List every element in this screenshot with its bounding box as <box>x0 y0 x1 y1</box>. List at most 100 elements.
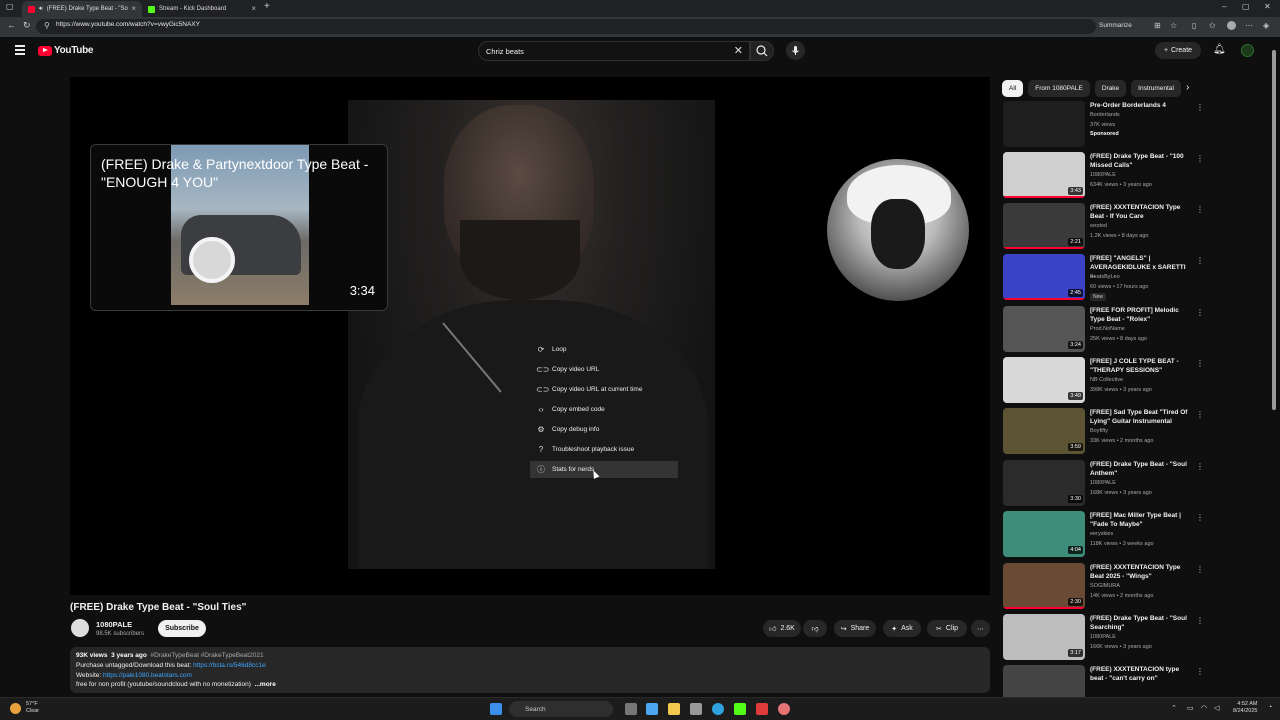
close-window-icon[interactable]: ✕ <box>1264 2 1271 11</box>
recommendation-thumbnail[interactable]: 3:59 <box>1003 408 1085 454</box>
recommendation-channel[interactable]: 1080PALE <box>1090 634 1116 640</box>
description-box[interactable]: 93K views 3 years ago #DrakeTypeBeat #Dr… <box>70 647 990 693</box>
recommendation-item[interactable]: 3:17 (FREE) Drake Type Beat - "Soul Searc… <box>1003 614 1268 662</box>
show-more-link[interactable]: ...more <box>255 681 276 688</box>
recommendation-channel[interactable]: Boyfifty <box>1090 428 1108 434</box>
recommendation-thumbnail[interactable]: 3:30 <box>1003 460 1085 506</box>
recommendation-title[interactable]: (FREE) Drake Type Beat - "Soul Searching… <box>1090 615 1190 632</box>
recommendation-thumbnail[interactable]: 2:21 <box>1003 203 1085 249</box>
recommendation-item[interactable]: 3:49 [FREE] J COLE TYPE BEAT - "THERAPY S… <box>1003 357 1268 405</box>
more-options-icon[interactable]: ⋯ <box>1245 21 1253 30</box>
store-icon[interactable] <box>690 703 702 715</box>
taskbar-search[interactable]: Search <box>509 701 613 717</box>
video-player[interactable]: (FREE) Drake & Partynextdoor Type Beat -… <box>70 77 990 595</box>
recommendation-item[interactable]: 2:30 (FREE) XXXTENTACION Type Beat 2025 -… <box>1003 563 1268 611</box>
search-input[interactable]: Chriz beats ✕ <box>478 41 750 61</box>
more-vertical-icon[interactable]: ⋮ <box>1196 410 1204 419</box>
wifi-icon[interactable]: ◠ <box>1201 704 1207 712</box>
tab-youtube[interactable]: 🔊︎ (FREE) Drake Type Beat - "So × <box>22 1 142 17</box>
recommendation-title[interactable]: Pre-Order Borderlands 4 <box>1090 102 1190 111</box>
start-windows-icon[interactable] <box>490 703 502 715</box>
recommendation-channel[interactable]: BeatsByLeo <box>1090 274 1120 280</box>
create-button[interactable]: + Create <box>1155 42 1201 59</box>
recommendation-title[interactable]: [FREE] Sad Type Beat "Tired Of Lying" Gu… <box>1090 409 1190 426</box>
menu-icon[interactable] <box>15 45 25 57</box>
subscribe-button[interactable]: Subscribe <box>158 620 206 637</box>
edge-browser-icon[interactable] <box>712 703 724 715</box>
website-link[interactable]: https://pale1080.beatstars.com <box>103 672 192 679</box>
chevron-right-icon[interactable]: › <box>1186 82 1189 93</box>
dislike-button[interactable]: 👎︎ <box>803 620 827 637</box>
recommendation-channel[interactable]: NB Collective <box>1090 377 1123 383</box>
tab-kick[interactable]: Stream - Kick Dashboard × <box>142 1 262 17</box>
scrollbar-thumb[interactable] <box>1272 50 1276 410</box>
ctx-copy-url[interactable]: ⊂⊃ Copy video URL <box>530 361 678 378</box>
recommendation-thumbnail[interactable]: 3:49 <box>1003 357 1085 403</box>
notifications-icon[interactable]: ◔ <box>1268 704 1272 711</box>
account-avatar[interactable] <box>1241 44 1254 57</box>
reader-icon[interactable]: ⊞ <box>1154 21 1161 30</box>
channel-avatar[interactable] <box>71 619 89 637</box>
maximize-icon[interactable]: ▢ <box>1242 2 1250 11</box>
reload-icon[interactable]: ↻ <box>23 20 31 31</box>
kick-app-icon[interactable] <box>734 703 746 715</box>
recommendation-thumbnail[interactable] <box>1003 101 1085 147</box>
back-icon[interactable]: ← <box>7 20 16 30</box>
ctx-stats-for-nerds[interactable]: ⓘ Stats for nerds <box>530 461 678 478</box>
recommendation-item[interactable]: 3:43 (FREE) Drake Type Beat - "100 Missed… <box>1003 152 1268 200</box>
more-vertical-icon[interactable]: ⋮ <box>1196 616 1204 625</box>
recommendation-channel[interactable]: Borderlands <box>1090 112 1120 118</box>
more-vertical-icon[interactable]: ⋮ <box>1196 154 1204 163</box>
minimize-icon[interactable]: – <box>1222 2 1226 11</box>
profile-icon[interactable] <box>1227 21 1236 30</box>
recommendation-thumbnail[interactable]: 3:24 <box>1003 306 1085 352</box>
hover-preview-card[interactable]: (FREE) Drake & Partynextdoor Type Beat -… <box>90 144 388 311</box>
voice-search-button[interactable] <box>786 41 805 60</box>
favorite-star-icon[interactable]: ☆ <box>1170 21 1177 30</box>
clear-search-icon[interactable]: ✕ <box>734 44 743 57</box>
search-query[interactable]: Chriz beats <box>486 47 524 56</box>
ctx-copy-debug[interactable]: ⚙ Copy debug info <box>530 421 678 438</box>
recommendation-item[interactable]: 3:24 [FREE FOR PROFIT] Melodic Type Beat … <box>1003 306 1268 354</box>
chrome-like-app-icon[interactable] <box>778 703 790 715</box>
recommendation-item[interactable]: 3:59 [FREE] Sad Type Beat "Tired Of Lying… <box>1003 408 1268 456</box>
more-vertical-icon[interactable]: ⋮ <box>1196 513 1204 522</box>
more-vertical-icon[interactable]: ⋮ <box>1196 205 1204 214</box>
more-actions-button[interactable]: ⋯ <box>971 620 990 637</box>
more-vertical-icon[interactable]: ⋮ <box>1196 359 1204 368</box>
search-button[interactable] <box>750 41 774 61</box>
chip-all[interactable]: All <box>1002 80 1024 97</box>
volume-icon[interactable]: ◁ <box>1214 704 1219 712</box>
ask-button[interactable]: ✦ Ask <box>883 620 921 637</box>
recommendation-title[interactable]: (FREE) XXXTENTACION type beat - "can't c… <box>1090 666 1190 683</box>
recommendation-thumbnail[interactable]: 3:17 <box>1003 614 1085 660</box>
recommendation-thumbnail[interactable]: 4:04 <box>1003 511 1085 557</box>
ctx-copy-embed[interactable]: ‹› Copy embed code <box>530 401 678 418</box>
ctx-loop[interactable]: ⟳ Loop <box>530 341 678 358</box>
more-vertical-icon[interactable]: ⋮ <box>1196 103 1204 112</box>
recommendation-title[interactable]: [FREE FOR PROFIT] Melodic Type Beat - "R… <box>1090 307 1190 324</box>
recommendation-channel[interactable]: Prod.NoName <box>1090 326 1125 332</box>
more-vertical-icon[interactable]: ⋮ <box>1196 667 1204 676</box>
site-info-icon[interactable]: ⚲ <box>44 21 50 30</box>
chip-instrumental[interactable]: Instrumental <box>1131 80 1181 97</box>
copilot-icon[interactable]: ◈ <box>1263 21 1269 30</box>
red-app-icon[interactable] <box>756 703 768 715</box>
recommendation-channel[interactable]: 1080PALE <box>1090 172 1116 178</box>
new-tab-icon[interactable]: + <box>264 1 270 12</box>
recommendation-item[interactable]: 2:21 (FREE) XXXTENTACION Type Beat - If Y… <box>1003 203 1268 251</box>
more-vertical-icon[interactable]: ⋮ <box>1196 308 1204 317</box>
favorites-icon[interactable]: ✩ <box>1209 21 1216 30</box>
recommendation-thumbnail[interactable]: 3:43 <box>1003 152 1085 198</box>
file-explorer-icon[interactable] <box>668 703 680 715</box>
recommendation-title[interactable]: [FREE] J COLE TYPE BEAT - "THERAPY SESSI… <box>1090 358 1190 375</box>
recommendation-channel[interactable]: SOGIMURA <box>1090 583 1120 589</box>
purchase-link[interactable]: https://bsta.rs/546d8cc1e <box>193 662 266 669</box>
copilot-app-icon[interactable] <box>646 703 658 715</box>
recommendation-thumbnail[interactable]: 2:30 <box>1003 563 1085 609</box>
weather-widget[interactable]: 57°F Clear <box>26 701 39 715</box>
url-text[interactable]: https://www.youtube.com/watch?v=vwyGic5N… <box>56 21 200 28</box>
like-button[interactable]: 👍︎ 2.6K <box>763 620 801 637</box>
split-icon[interactable]: ▯ <box>1192 21 1196 30</box>
recommendation-item[interactable]: 2:45 [FREE] "ANGELS" | AVERAGEKIDLUKE x S… <box>1003 254 1268 302</box>
